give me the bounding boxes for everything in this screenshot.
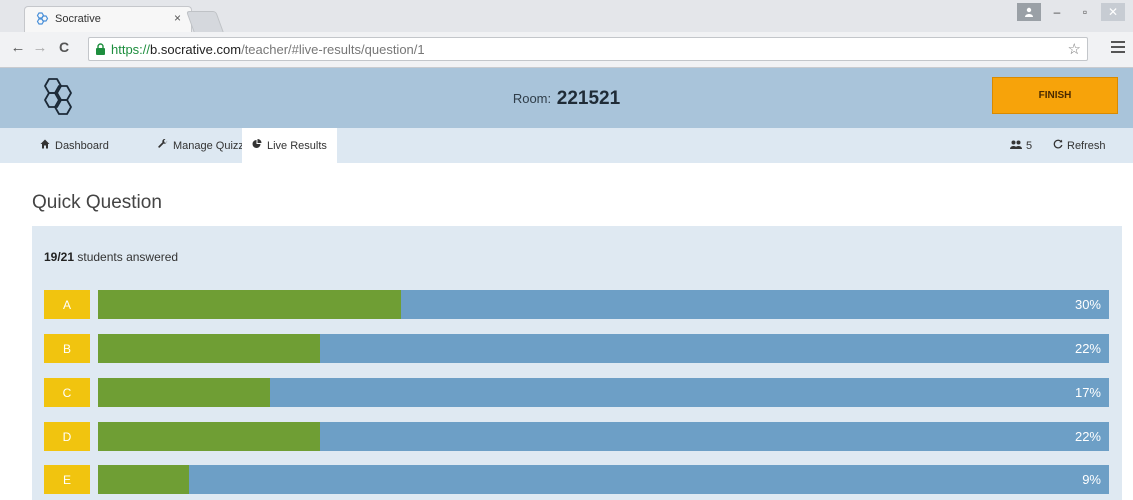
answer-bar: 9% <box>98 465 1109 494</box>
room-info: Room: 221521 <box>0 88 1133 110</box>
finish-button[interactable]: FINISH <box>992 77 1118 114</box>
answer-bar: 17% <box>98 378 1109 407</box>
browser-tab-strip: Socrative × – ▫ ✕ <box>0 0 1133 33</box>
answered-text: students answered <box>77 250 179 264</box>
nav-item-dashboard[interactable]: Dashboard <box>32 128 117 163</box>
students-icon <box>1010 140 1022 152</box>
maximize-window-icon[interactable]: ▫ <box>1073 3 1097 21</box>
app-header: Room: 221521 FINISH <box>0 68 1133 128</box>
window-controls: – ▫ ✕ <box>1017 3 1125 23</box>
answer-bar-fill <box>98 378 270 407</box>
nav-item-label: Dashboard <box>55 139 109 152</box>
student-count-value: 5 <box>1026 139 1033 152</box>
answer-letter: E <box>44 465 90 494</box>
answer-percent: 9% <box>1082 472 1101 487</box>
lock-icon <box>96 43 105 55</box>
answer-percent: 22% <box>1074 429 1101 444</box>
refresh-button[interactable]: Refresh <box>1053 128 1106 163</box>
answer-bar-fill <box>98 290 402 319</box>
answer-percent: 30% <box>1074 297 1101 312</box>
student-count: 5 <box>1010 128 1032 163</box>
address-bar-url: https://b.socrative.com/teacher/#live-re… <box>111 42 425 57</box>
browser-tab-title: Socrative <box>55 13 101 25</box>
app-nav: Dashboard Manage Quizzes Live Results 5 … <box>0 128 1133 163</box>
forward-arrow-icon[interactable]: → <box>30 39 50 56</box>
browser-tab[interactable]: Socrative × <box>24 6 192 32</box>
socrative-favicon-icon <box>36 12 49 25</box>
room-code: 221521 <box>556 88 621 109</box>
answer-bar-fill <box>98 334 321 363</box>
answer-percent: 22% <box>1074 341 1101 356</box>
answer-letter: C <box>44 378 90 407</box>
nav-item-label: Live Results <box>267 139 327 152</box>
answer-bar: 22% <box>98 422 1109 451</box>
answered-count: 19/21 <box>44 250 75 264</box>
answer-percent: 17% <box>1074 385 1101 400</box>
answer-letter: D <box>44 422 90 451</box>
reload-icon[interactable]: C <box>54 39 74 55</box>
browser-menu-icon[interactable] <box>1111 41 1125 53</box>
user-profile-icon[interactable] <box>1017 3 1041 21</box>
wrench-icon <box>158 138 168 152</box>
answered-summary: 19/21 students answered <box>44 250 178 264</box>
refresh-icon <box>1053 139 1063 152</box>
page-title: Quick Question <box>32 192 162 213</box>
minimize-window-icon[interactable]: – <box>1045 3 1069 21</box>
nav-item-live-results[interactable]: Live Results <box>242 128 337 163</box>
results-panel: 19/21 students answered A 30% B 22% C 17… <box>32 226 1122 500</box>
pie-chart-icon <box>252 139 262 152</box>
address-bar[interactable]: https://b.socrative.com/teacher/#live-re… <box>88 37 1088 61</box>
browser-toolbar: ← → C https://b.socrative.com/teacher/#l… <box>0 32 1133 68</box>
home-icon <box>40 139 50 152</box>
room-label: Room: <box>512 91 552 106</box>
url-scheme: https:// <box>111 42 151 57</box>
bookmark-star-icon[interactable]: ☆ <box>1068 40 1081 58</box>
close-window-icon[interactable]: ✕ <box>1101 3 1125 21</box>
answer-bar: 30% <box>98 290 1109 319</box>
tab-close-icon[interactable]: × <box>174 11 181 25</box>
url-host: b.socrative.com <box>150 42 242 57</box>
answer-bar: 22% <box>98 334 1109 363</box>
back-arrow-icon[interactable]: ← <box>8 39 28 56</box>
url-path: /teacher/#live-results/question/1 <box>241 42 425 57</box>
answer-bar-fill <box>98 465 189 494</box>
answer-bar-fill <box>98 422 321 451</box>
answer-letter: A <box>44 290 90 319</box>
refresh-label: Refresh <box>1067 139 1106 152</box>
answer-letter: B <box>44 334 90 363</box>
